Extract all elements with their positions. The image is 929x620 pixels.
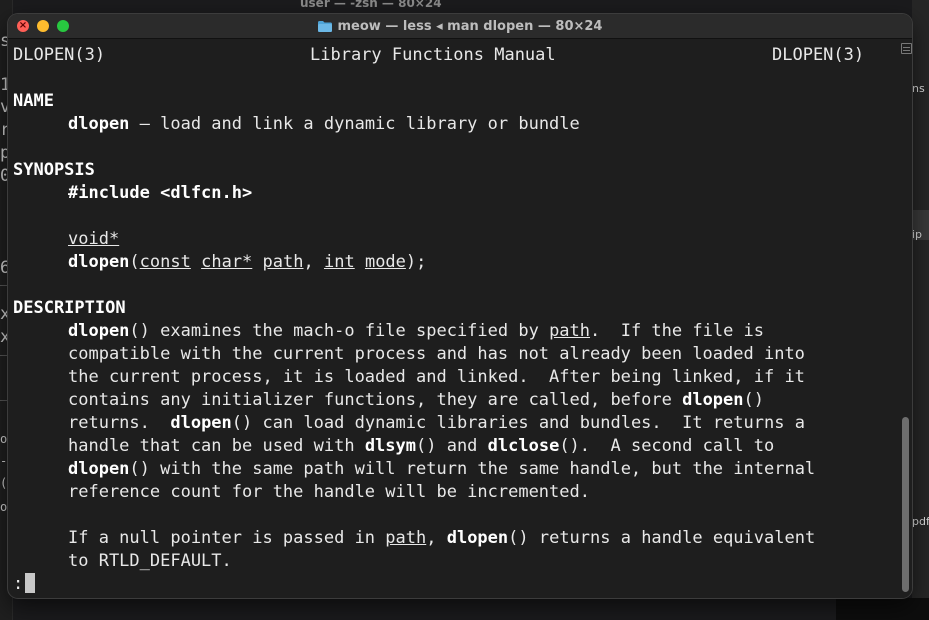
text-run: () and [416, 436, 488, 456]
background-bottom-strip [836, 598, 929, 620]
text-run: handle that can be used with [68, 436, 365, 456]
description-line: contains any initializer functions, they… [68, 389, 764, 412]
background-window-title: user — -zsh — 80×24 [250, 0, 690, 14]
bg-right-fragment: ns [912, 82, 925, 95]
scrollbar-thumb[interactable] [902, 417, 909, 592]
text-run: () with the same path will return the sa… [129, 459, 816, 479]
description-line: If a null pointer is passed in path, dlo… [68, 527, 815, 550]
fn-dlopen: dlopen [682, 390, 744, 410]
command-name: dlopen [68, 114, 130, 134]
text-run: contains any initializer functions, they… [68, 390, 683, 410]
name-description: – load and link a dynamic library or bun… [129, 114, 580, 134]
text-run: returns. [68, 413, 171, 433]
text-run: () can load dynamic libraries and bundle… [231, 413, 805, 433]
sig-int-type: int [323, 252, 355, 272]
folder-icon [317, 20, 332, 32]
param-path: path [385, 528, 427, 548]
sig-space [252, 252, 262, 272]
sig-end: ); [405, 252, 427, 272]
sig-mode-param: mode [364, 252, 406, 272]
sig-paren: ( [129, 252, 140, 272]
sig-const: const [139, 252, 191, 272]
terminal-window[interactable]: × meow — less ◂ man dlopen — 80×24 DLOPE… [8, 14, 912, 598]
section-heading-synopsis: SYNOPSIS [13, 160, 95, 180]
fn-dlopen: dlopen [68, 321, 130, 341]
fn-dlclose: dlclose [487, 436, 560, 456]
sig-space [355, 252, 365, 272]
description-line: the current process, it is loaded and li… [68, 367, 805, 387]
less-prompt[interactable]: : [13, 573, 36, 596]
text-run: . If the file is [590, 321, 765, 341]
text-run: () [743, 390, 764, 410]
text-run: () returns a handle equivalent [508, 528, 816, 548]
text-run: (). A second call to [559, 436, 775, 456]
sig-char-type: char* [201, 252, 253, 272]
sig-comma: , [303, 252, 324, 272]
description-line: dlopen() with the same path will return … [68, 458, 815, 481]
man-page-content[interactable]: DLOPEN(3) Library Functions Manual DLOPEN(… [8, 39, 898, 598]
name-line: dlopen – load and link a dynamic library… [68, 113, 580, 136]
bg-right-fragment: ip [912, 228, 923, 241]
return-type: void* [68, 229, 120, 249]
include-line: #include <dlfcn.h> [68, 183, 253, 203]
header-center: Library Functions Manual [310, 45, 556, 65]
text-cursor [25, 573, 36, 593]
sig-function-name: dlopen [68, 252, 130, 272]
description-line: handle that can be used with dlsym() and… [68, 435, 774, 458]
header-left: DLOPEN(3) [13, 45, 106, 65]
sig-path-param: path [262, 252, 304, 272]
fn-dlopen: dlopen [446, 528, 509, 548]
bg-right-fragment: pdf [912, 515, 929, 528]
section-heading-name: NAME [13, 91, 54, 111]
man-header: DLOPEN(3) Library Functions Manual DLOPEN(… [13, 44, 893, 67]
section-heading-description: DESCRIPTION [13, 298, 126, 318]
text-run: , [426, 528, 447, 548]
header-right: DLOPEN(3) [772, 45, 865, 65]
param-path: path [549, 321, 591, 341]
fn-dlopen: dlopen [170, 413, 232, 433]
background-title-text: user — -zsh — 80×24 [300, 0, 442, 10]
description-line: reference count for the handle will be i… [68, 482, 590, 502]
fn-dlopen: dlopen [68, 459, 130, 479]
description-line: to RTLD_DEFAULT. [68, 551, 232, 571]
scroll-split-icon[interactable] [901, 43, 912, 54]
description-line: dlopen() examines the mach-o file specif… [68, 320, 764, 343]
fn-dlsym: dlsym [364, 436, 416, 456]
title-bar[interactable]: × meow — less ◂ man dlopen — 80×24 [8, 14, 912, 39]
sig-space [191, 252, 201, 272]
window-title-text: meow — less ◂ man dlopen — 80×24 [337, 18, 603, 34]
description-line: compatible with the current process and … [68, 344, 805, 364]
text-run: If a null pointer is passed in [68, 528, 386, 548]
prompt-colon: : [13, 574, 24, 594]
window-title: meow — less ◂ man dlopen — 80×24 [8, 14, 912, 38]
function-signature: dlopen(const char* path, int mode); [68, 251, 426, 274]
background-window-right: ns ip pdf [912, 0, 929, 620]
text-run: () examines the mach-o file specified by [129, 321, 550, 341]
vertical-scrollbar[interactable] [900, 39, 912, 598]
description-line: returns. dlopen() can load dynamic libra… [68, 412, 805, 435]
